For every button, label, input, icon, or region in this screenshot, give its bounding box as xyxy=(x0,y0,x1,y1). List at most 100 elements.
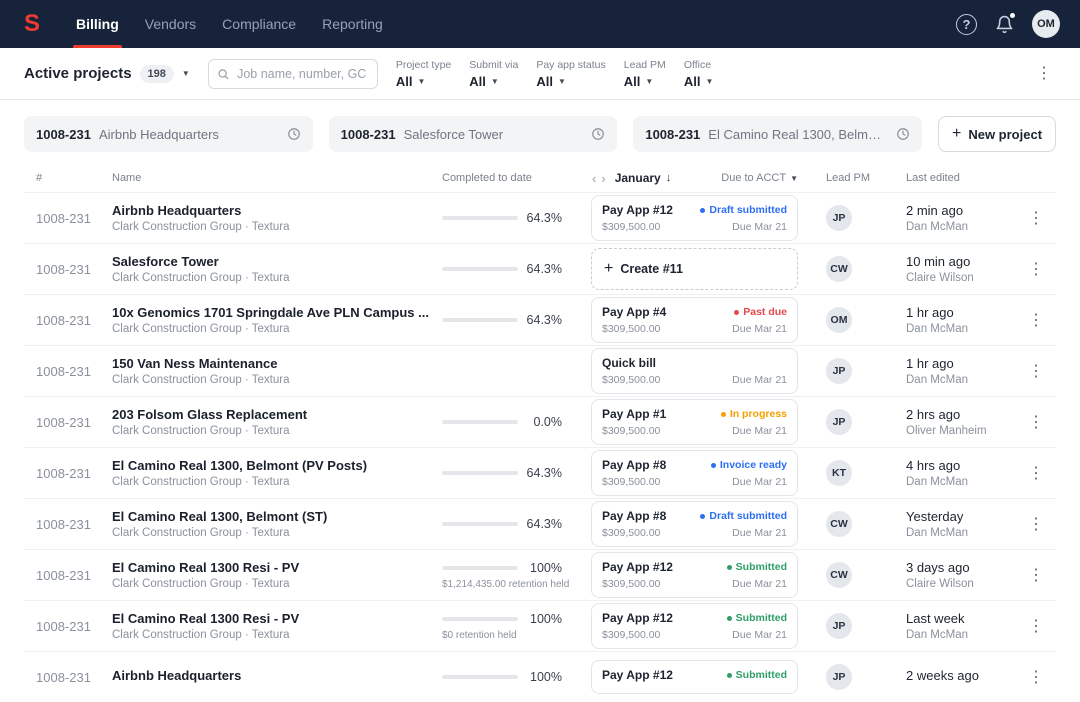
pay-app-card[interactable]: Pay App #12Submitted xyxy=(591,660,798,694)
edited-by: Dan McMan xyxy=(906,527,1016,539)
pay-app-title: Pay App #4 xyxy=(602,305,666,319)
progress-percent: 64.3% xyxy=(527,313,562,327)
chevron-down-icon: ▼ xyxy=(645,77,653,86)
pay-app-title: Pay App #12 xyxy=(602,611,673,625)
nav-item-vendors[interactable]: Vendors xyxy=(132,0,209,48)
project-subtitle: Clark Construction Group · Textura xyxy=(112,425,430,437)
retention-note: $1,214,435.00 retention held xyxy=(442,579,562,590)
pay-app-amount: $309,500.00 xyxy=(602,476,660,488)
header-month-sort[interactable]: January ↓ xyxy=(615,171,672,185)
filter-project-type[interactable]: Project type All▼ xyxy=(396,59,451,89)
nav-item-reporting[interactable]: Reporting xyxy=(309,0,396,48)
table-row[interactable]: 1008-231 El Camino Real 1300, Belmont (P… xyxy=(24,447,1056,498)
project-name: Airbnb Headquarters xyxy=(112,668,430,683)
filter-submit-via[interactable]: Submit via All▼ xyxy=(469,59,518,89)
lead-pm-avatar: CW xyxy=(826,511,852,537)
pay-app-card[interactable]: Pay App #4Past due $309,500.00Due Mar 21 xyxy=(591,297,798,343)
table-row[interactable]: 1008-231 El Camino Real 1300 Resi - PV C… xyxy=(24,600,1056,651)
create-pay-app-button[interactable]: + Create #11 xyxy=(591,248,798,290)
table-row[interactable]: 1008-231 203 Folsom Glass Replacement Cl… xyxy=(24,396,1056,447)
project-name: El Camino Real 1300 Resi - PV xyxy=(112,611,430,626)
clock-icon xyxy=(896,127,910,141)
pay-app-card[interactable]: Quick bill $309,500.00Due Mar 21 xyxy=(591,348,798,394)
pay-app-amount: $309,500.00 xyxy=(602,629,660,641)
nav-item-label: Reporting xyxy=(322,16,383,32)
project-subtitle: Clark Construction Group · Textura xyxy=(112,629,430,641)
progress-bar xyxy=(442,522,518,526)
pinned-project-card[interactable]: 1008-231 El Camino Real 1300, Belmont (P… xyxy=(633,116,922,152)
filter-bar: Active projects 198 ▼ Project type All▼ … xyxy=(0,48,1080,100)
pinned-project-card[interactable]: 1008-231 Salesforce Tower xyxy=(329,116,618,152)
table-row[interactable]: 1008-231 Salesforce Tower Clark Construc… xyxy=(24,243,1056,294)
pay-app-card[interactable]: Pay App #1In progress $309,500.00Due Mar… xyxy=(591,399,798,445)
progress-bar xyxy=(442,675,518,679)
project-name: Salesforce Tower xyxy=(112,254,430,269)
status-dot xyxy=(727,673,732,678)
row-menu-icon[interactable]: ⋮ xyxy=(1024,461,1048,486)
new-project-button[interactable]: + New project xyxy=(938,116,1056,152)
table-row[interactable]: 1008-231 El Camino Real 1300, Belmont (S… xyxy=(24,498,1056,549)
row-menu-icon[interactable]: ⋮ xyxy=(1024,563,1048,588)
next-month-icon[interactable]: › xyxy=(600,172,606,185)
edited-time: 10 min ago xyxy=(906,254,1016,269)
table-row[interactable]: 1008-231 Airbnb Headquarters Clark Const… xyxy=(24,192,1056,243)
pay-app-title: Quick bill xyxy=(602,356,656,370)
pinned-project-card[interactable]: 1008-231 Airbnb Headquarters xyxy=(24,116,313,152)
filter-office[interactable]: Office All▼ xyxy=(684,59,714,89)
filter-pay-app-status[interactable]: Pay app status All▼ xyxy=(536,59,605,89)
progress-percent: 64.3% xyxy=(527,517,562,531)
pay-app-card[interactable]: Pay App #12Submitted $309,500.00Due Mar … xyxy=(591,603,798,649)
table-row[interactable]: 1008-231 El Camino Real 1300 Resi - PV C… xyxy=(24,549,1056,600)
retention-note: $0 retention held xyxy=(442,630,562,641)
lead-pm-avatar: KT xyxy=(826,460,852,486)
overflow-menu-icon[interactable]: ⋮ xyxy=(1032,62,1056,86)
row-menu-icon[interactable]: ⋮ xyxy=(1024,359,1048,384)
active-projects-dropdown[interactable]: Active projects 198 ▼ xyxy=(24,65,190,83)
edited-by: Claire Wilson xyxy=(906,578,1016,590)
edited-time: 1 hr ago xyxy=(906,356,1016,371)
search-box[interactable] xyxy=(208,59,378,89)
notifications-bell-icon[interactable] xyxy=(995,15,1014,34)
project-subtitle: Clark Construction Group · Textura xyxy=(112,578,430,590)
edited-by: Dan McMan xyxy=(906,323,1016,335)
brand-logo[interactable]: S xyxy=(24,12,39,36)
edited-by: Dan McMan xyxy=(906,374,1016,386)
table-row[interactable]: 1008-231 Airbnb Headquarters 100% Pay Ap… xyxy=(24,651,1056,702)
filter-label: Pay app status xyxy=(536,59,605,71)
pay-app-title: Pay App #1 xyxy=(602,407,666,421)
status-badge: Past due xyxy=(734,306,787,318)
table-row[interactable]: 1008-231 10x Genomics 1701 Springdale Av… xyxy=(24,294,1056,345)
prev-month-icon[interactable]: ‹ xyxy=(591,172,597,185)
pay-app-due: Due Mar 21 xyxy=(732,374,787,386)
pay-app-card[interactable]: Pay App #12Draft submitted $309,500.00Du… xyxy=(591,195,798,241)
project-name: El Camino Real 1300, Belmont (PV Posts) xyxy=(112,458,430,473)
row-menu-icon[interactable]: ⋮ xyxy=(1024,308,1048,333)
lead-pm-avatar: JP xyxy=(826,613,852,639)
filter-lead-pm[interactable]: Lead PM All▼ xyxy=(624,59,666,89)
nav-item-billing[interactable]: Billing xyxy=(63,0,132,48)
status-dot xyxy=(721,412,726,417)
nav-item-label: Compliance xyxy=(222,16,296,32)
row-menu-icon[interactable]: ⋮ xyxy=(1024,614,1048,639)
project-name: El Camino Real 1300, Belmont (ST) xyxy=(112,509,430,524)
pay-app-card[interactable]: Pay App #12Submitted $309,500.00Due Mar … xyxy=(591,552,798,598)
table-row[interactable]: 1008-231 150 Van Ness Maintenance Clark … xyxy=(24,345,1056,396)
header-due-dropdown[interactable]: Due to ACCT ▼ xyxy=(721,172,798,184)
edited-time: 2 hrs ago xyxy=(906,407,1016,422)
row-menu-icon[interactable]: ⋮ xyxy=(1024,206,1048,231)
project-number: 1008-231 xyxy=(24,364,112,379)
pay-app-card[interactable]: Pay App #8Invoice ready $309,500.00Due M… xyxy=(591,450,798,496)
row-menu-icon[interactable]: ⋮ xyxy=(1024,257,1048,282)
active-projects-label: Active projects xyxy=(24,65,132,82)
search-input[interactable] xyxy=(235,66,369,82)
row-menu-icon[interactable]: ⋮ xyxy=(1024,410,1048,435)
row-menu-icon[interactable]: ⋮ xyxy=(1024,512,1048,537)
nav-item-compliance[interactable]: Compliance xyxy=(209,0,309,48)
user-avatar[interactable]: OM xyxy=(1032,10,1060,38)
pay-app-card[interactable]: Pay App #8Draft submitted $309,500.00Due… xyxy=(591,501,798,547)
filter-value: All xyxy=(469,74,486,89)
row-menu-icon[interactable]: ⋮ xyxy=(1024,665,1048,690)
nav-item-label: Billing xyxy=(76,16,119,32)
pay-app-amount: $309,500.00 xyxy=(602,578,660,590)
help-icon[interactable]: ? xyxy=(956,14,977,35)
